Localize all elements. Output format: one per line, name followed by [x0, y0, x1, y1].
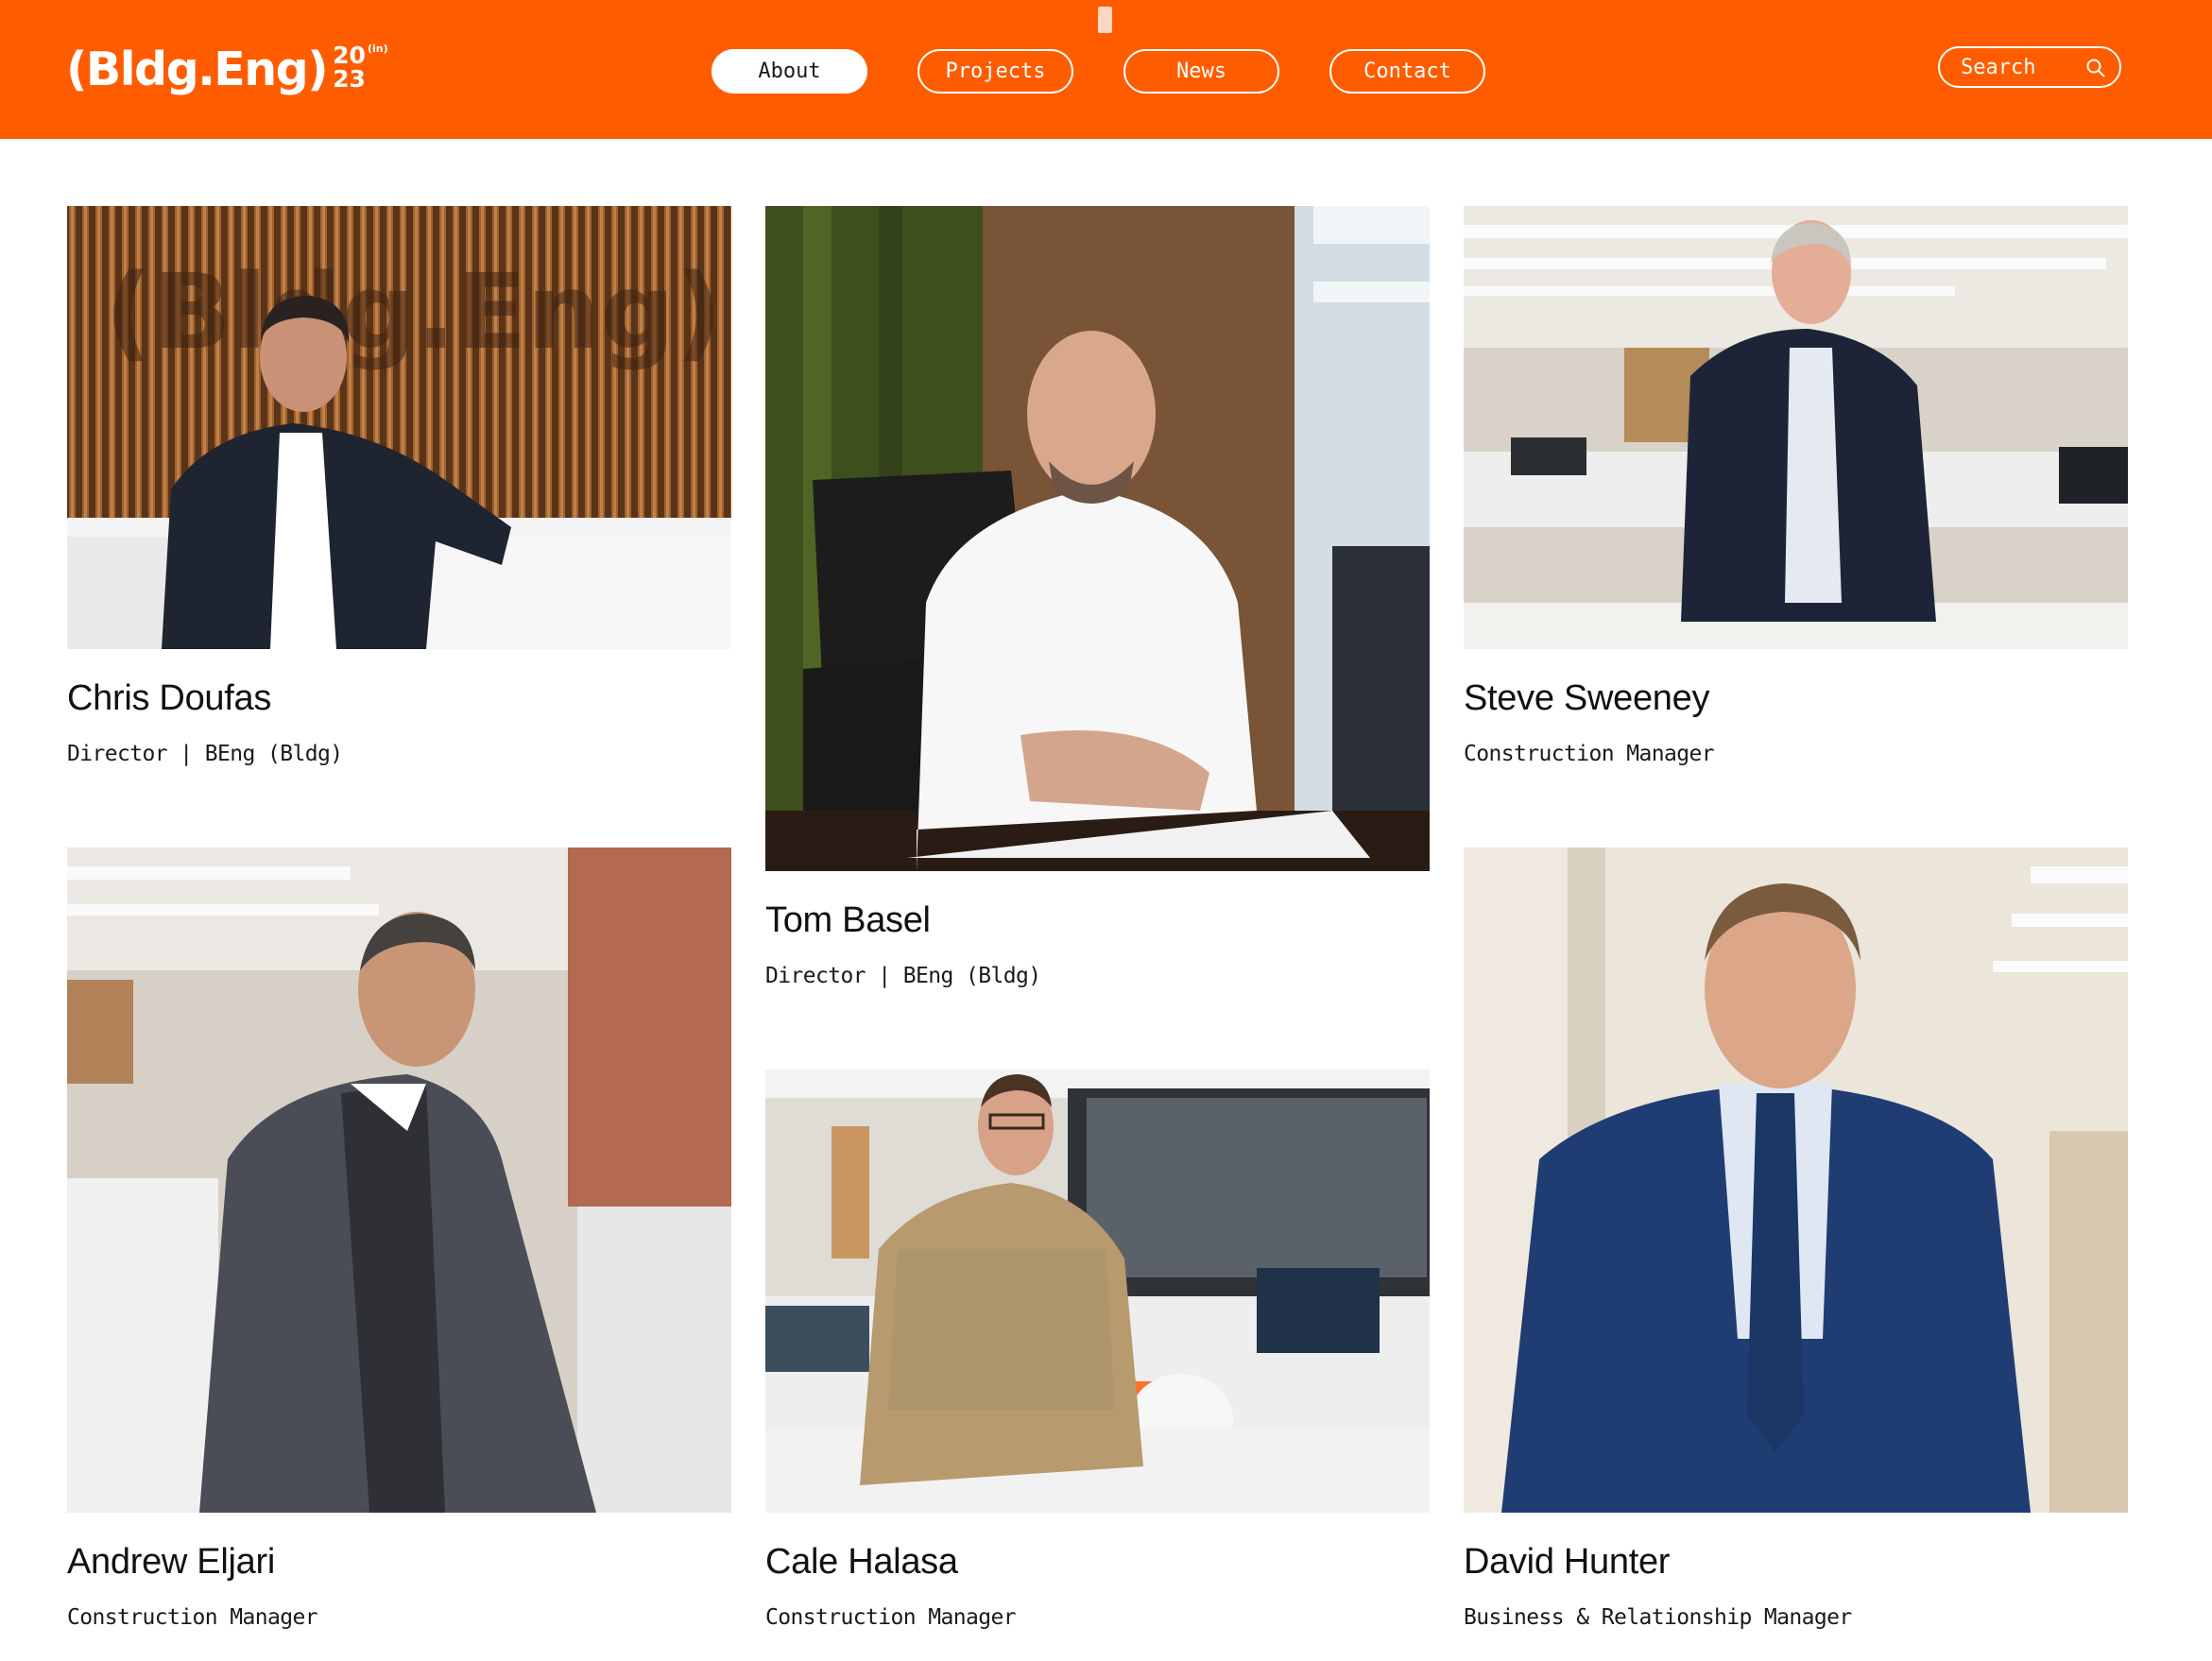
member-role: Director | BEng (Bldg) [67, 742, 343, 766]
member-role: Director | BEng (Bldg) [765, 964, 1041, 988]
nav-news[interactable]: News [1123, 49, 1279, 94]
search-icon[interactable] [2085, 58, 2106, 78]
member-name: Chris Doufas [67, 678, 272, 718]
site-header: (Bldg.Eng) 20 (in) 23 About Projects News… [0, 0, 2212, 139]
team-photo[interactable]: (Bldg.Eng) [67, 206, 731, 649]
search-input[interactable] [1961, 55, 2083, 79]
team-photo[interactable] [1464, 206, 2128, 649]
team-photo[interactable] [765, 206, 1430, 871]
member-name: Tom Basel [765, 900, 931, 940]
member-role: Business & Relationship Manager [1464, 1605, 1852, 1630]
member-name: Steve Sweeney [1464, 678, 1710, 718]
member-name: Cale Halasa [765, 1542, 958, 1582]
nav-contact[interactable]: Contact [1329, 49, 1485, 94]
member-role: Construction Manager [67, 1605, 318, 1630]
site-logo[interactable]: (Bldg.Eng) 20 (in) 23 [66, 42, 388, 98]
member-name: Andrew Eljari [67, 1542, 275, 1582]
search-box[interactable] [1938, 46, 2121, 88]
team-photo[interactable] [765, 1070, 1430, 1513]
main-nav: About Projects News Contact [712, 49, 1485, 94]
logo-year-bottom: 23 [333, 65, 366, 93]
svg-text:(Bldg.Eng): (Bldg.Eng) [105, 251, 723, 372]
logo-year: 20 (in) 23 [333, 43, 387, 91]
member-name: David Hunter [1464, 1542, 1671, 1582]
member-role: Construction Manager [765, 1605, 1017, 1630]
scroll-indicator [1098, 7, 1112, 33]
logo-year-superscript: (in) [367, 43, 388, 55]
member-role: Construction Manager [1464, 742, 1715, 766]
team-photo[interactable] [67, 848, 731, 1513]
team-photo[interactable] [1464, 848, 2128, 1513]
nav-projects[interactable]: Projects [917, 49, 1073, 94]
logo-wordmark: (Bldg.Eng) [66, 43, 329, 96]
nav-about[interactable]: About [712, 49, 867, 94]
